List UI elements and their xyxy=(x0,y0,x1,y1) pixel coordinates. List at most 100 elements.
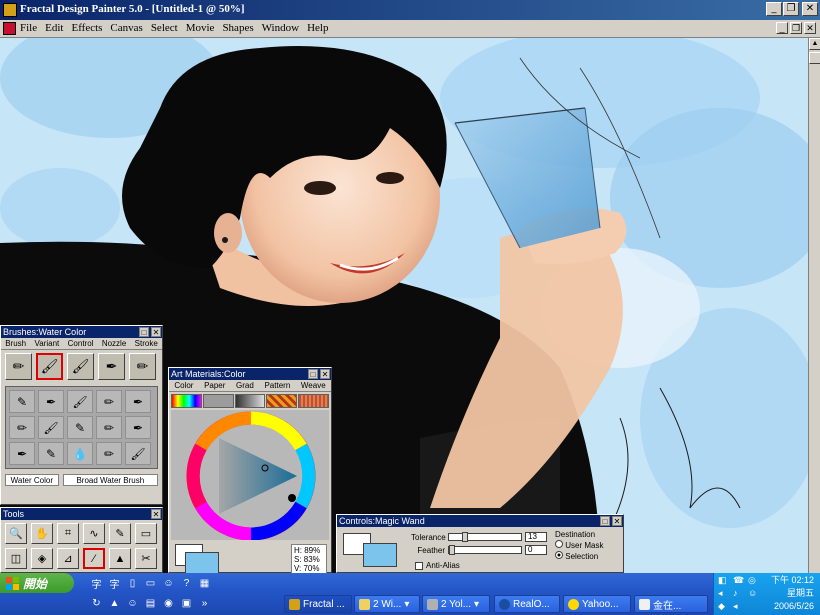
user-mask-option[interactable]: User Mask xyxy=(555,540,603,551)
task-realone[interactable]: RealO... xyxy=(494,595,560,613)
canvas-vertical-scrollbar[interactable]: ▲ xyxy=(808,38,820,573)
dropper-icon[interactable]: ⊿ xyxy=(57,548,79,569)
taskbar-clock[interactable]: 下午 02:12 星期五 2006/5/26 xyxy=(771,574,814,613)
doc-restore-button[interactable]: ❐ xyxy=(790,22,802,34)
menu-effects[interactable]: Effects xyxy=(71,22,102,34)
tray-chat-icon[interactable]: ◧ xyxy=(718,575,731,586)
tolerance-value-input[interactable]: 13 xyxy=(525,532,547,542)
doc-minimize-button[interactable]: _ xyxy=(776,22,788,34)
messenger-icon[interactable]: ☺ xyxy=(126,597,139,610)
pencil-brush-icon[interactable]: ✏ xyxy=(5,353,32,380)
rectangle-shape-icon[interactable]: ◫ xyxy=(5,548,27,569)
tab-paper[interactable]: Paper xyxy=(204,380,225,391)
color-picker[interactable] xyxy=(171,410,331,541)
brush-variant-icon[interactable]: ✒ xyxy=(9,442,35,465)
brushes-close-button[interactable]: ✕ xyxy=(151,327,161,337)
water-color-brush-icon[interactable]: 🖌 xyxy=(36,353,63,380)
feather-slider-thumb[interactable] xyxy=(449,545,455,555)
book-icon[interactable]: ▯ xyxy=(126,577,139,590)
brushes-palette-title[interactable]: Brushes:Water Color □ ✕ xyxy=(1,326,162,338)
magic-wand-icon[interactable]: ⁄ xyxy=(83,548,105,569)
mw-primary-swatch[interactable] xyxy=(363,543,397,567)
brush-tool-icon[interactable]: ✎ xyxy=(109,523,131,544)
brush-variant-icon[interactable]: ✎ xyxy=(67,416,93,439)
ie-refresh-icon[interactable]: ↻ xyxy=(90,597,103,610)
tools-palette-title[interactable]: Tools ✕ xyxy=(1,508,162,520)
crop-icon[interactable]: ⌗ xyxy=(57,523,79,544)
doc-close-button[interactable]: ✕ xyxy=(804,22,816,34)
restore-button[interactable]: ❐ xyxy=(783,2,799,16)
ime-mode-icon[interactable]: 字 xyxy=(108,577,121,591)
user-mask-radio[interactable] xyxy=(555,540,563,548)
tab-grad[interactable]: Grad xyxy=(236,380,254,391)
brushes-tab-stroke[interactable]: Stroke xyxy=(135,338,158,349)
tray-volume-icon[interactable]: ♪ xyxy=(733,588,746,599)
paint-bucket-icon[interactable]: ◈ xyxy=(31,548,53,569)
tray-speaker-icon[interactable]: ◂ xyxy=(733,601,746,612)
tools-close-button[interactable]: ✕ xyxy=(151,509,161,519)
magic-wand-title[interactable]: Controls:Magic Wand □ ✕ xyxy=(337,515,623,527)
brush-variant-label[interactable]: Broad Water Brush xyxy=(62,474,158,486)
brush-variant-icon[interactable]: ✏ xyxy=(96,390,122,413)
scroll-up-arrow-icon[interactable]: ▲ xyxy=(809,38,820,50)
task-windows-group[interactable]: 2 Wi... ▾ xyxy=(354,595,420,613)
brush-variant-icon[interactable]: ✏ xyxy=(96,416,122,439)
tolerance-slider[interactable] xyxy=(448,532,522,542)
scroll-thumb[interactable] xyxy=(809,52,820,64)
minimize-button[interactable]: _ xyxy=(766,2,782,16)
brush-variant-icon[interactable]: 🖌 xyxy=(67,390,93,413)
brush-variant-icon[interactable]: ✒ xyxy=(125,416,151,439)
art-materials-title[interactable]: Art Materials:Color □ ✕ xyxy=(169,368,331,380)
tray-arrow-icon[interactable]: ◂ xyxy=(718,588,731,599)
brush-variant-icon[interactable]: ✎ xyxy=(9,390,35,413)
brush-variant-icon[interactable]: ✏ xyxy=(9,416,35,439)
desktop-icon[interactable]: ▣ xyxy=(180,597,193,610)
task-yahoo[interactable]: Yahoo... xyxy=(563,595,631,613)
brushes-tab-nozzle[interactable]: Nozzle xyxy=(102,338,126,349)
painter-app-icon[interactable] xyxy=(3,3,17,17)
brush-variant-icon[interactable]: ✒ xyxy=(125,390,151,413)
tray-network-icon[interactable]: ◎ xyxy=(748,575,761,586)
feather-value-input[interactable]: 0 xyxy=(525,545,547,555)
media-icon[interactable]: ◉ xyxy=(162,597,175,610)
grad-swatch[interactable] xyxy=(234,394,266,408)
folder-icon[interactable]: ▤ xyxy=(144,597,157,610)
chalk-brush-icon[interactable]: ✏ xyxy=(129,353,156,380)
brush-variant-icon[interactable]: 💧 xyxy=(67,442,93,465)
menu-window[interactable]: Window xyxy=(262,22,299,34)
tray-messenger-icon[interactable]: ☺ xyxy=(748,588,761,599)
lasso-icon[interactable]: ∿ xyxy=(83,523,105,544)
brush-variant-icon[interactable]: 🖌 xyxy=(38,416,64,439)
color-swatch[interactable] xyxy=(171,394,202,408)
tab-color[interactable]: Color xyxy=(174,380,193,391)
crayon-brush-icon[interactable]: ✒ xyxy=(98,353,125,380)
brushes-tab-control[interactable]: Control xyxy=(68,338,94,349)
tolerance-slider-thumb[interactable] xyxy=(462,532,468,542)
keyboard-icon[interactable]: ▦ xyxy=(198,577,211,590)
task-painter[interactable]: Fractal ... xyxy=(284,595,352,613)
start-button[interactable]: 開始 xyxy=(0,573,74,593)
help-icon[interactable]: ? xyxy=(180,577,193,590)
menu-help[interactable]: Help xyxy=(307,22,328,34)
close-button[interactable]: ✕ xyxy=(802,2,818,16)
chevron-icon[interactable]: » xyxy=(198,597,211,610)
hue-ring-icon[interactable] xyxy=(171,410,331,541)
ime-icon[interactable]: 字 xyxy=(90,577,103,591)
weave-swatch[interactable] xyxy=(298,394,329,408)
rectangle-selection-icon[interactable]: ▭ xyxy=(135,523,157,544)
shape-selection-icon[interactable]: ▲ xyxy=(109,548,131,569)
menu-movie[interactable]: Movie xyxy=(186,22,215,34)
menu-select[interactable]: Select xyxy=(151,22,178,34)
pattern-swatch[interactable] xyxy=(266,394,298,408)
alert-icon[interactable]: ▲ xyxy=(108,597,121,610)
brushes-tab-variant[interactable]: Variant xyxy=(34,338,59,349)
brushes-maximize-button[interactable]: □ xyxy=(139,327,149,337)
task-browser[interactable]: 金在... xyxy=(634,595,708,613)
grabber-hand-icon[interactable]: ✋ xyxy=(31,523,53,544)
paper-swatch[interactable] xyxy=(202,394,234,408)
monitor-icon[interactable]: ▭ xyxy=(144,577,157,590)
anti-alias-option[interactable]: Anti-Alias xyxy=(415,561,460,570)
task-yol-group[interactable]: 2 Yol... ▾ xyxy=(422,595,490,613)
menu-file[interactable]: File xyxy=(20,22,37,34)
anti-alias-checkbox[interactable] xyxy=(415,561,423,570)
